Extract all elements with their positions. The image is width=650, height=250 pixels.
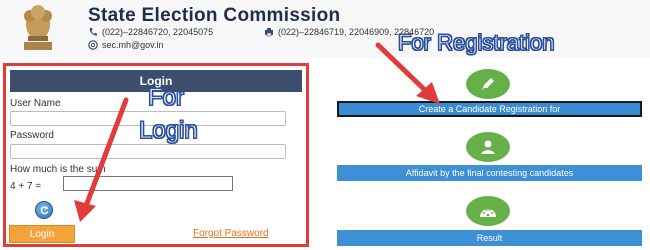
email-contact: sec.mh@gov.in [88, 40, 164, 50]
speedometer-icon [480, 209, 496, 217]
affidavit-circle[interactable] [466, 132, 510, 162]
phone-icon [89, 28, 97, 36]
captcha-answer-input[interactable] [63, 176, 233, 191]
site-title: State Election Commission [88, 5, 341, 26]
forgot-password-link[interactable]: Forgot Password [193, 228, 269, 239]
result-circle[interactable] [466, 196, 510, 226]
login-annotation-line1: For [148, 84, 185, 112]
user-icon [481, 140, 495, 154]
captcha-question: How much is the sum [10, 164, 106, 175]
login-button[interactable]: Login [9, 225, 75, 243]
phone-contact: (022)–22846720, 22045075 [88, 27, 213, 37]
username-label: User Name [10, 98, 61, 109]
captcha-equation: 4 + 7 = [10, 181, 42, 192]
result-button[interactable]: Result [337, 230, 642, 246]
email-icon [88, 40, 98, 50]
phone-numbers: (022)–22846720, 22045075 [102, 27, 214, 37]
registration-circle[interactable] [466, 69, 510, 99]
email-address[interactable]: sec.mh@gov.in [102, 40, 164, 50]
refresh-icon [40, 205, 48, 214]
password-input[interactable] [10, 144, 286, 159]
page: State Election Commission (022)–22846720… [0, 0, 650, 250]
national-emblem-icon [24, 5, 52, 50]
fax-icon [265, 28, 273, 37]
registration-annotation: For Registration [398, 30, 556, 56]
captcha-refresh-button[interactable] [35, 201, 53, 219]
password-label: Password [10, 130, 54, 141]
login-annotation-line2: Login [139, 117, 199, 145]
pencil-icon [482, 78, 494, 90]
affidavit-button[interactable]: Affidavit by the final contesting candid… [337, 165, 642, 181]
create-registration-button[interactable]: Create a Candidate Registration for [337, 101, 642, 117]
